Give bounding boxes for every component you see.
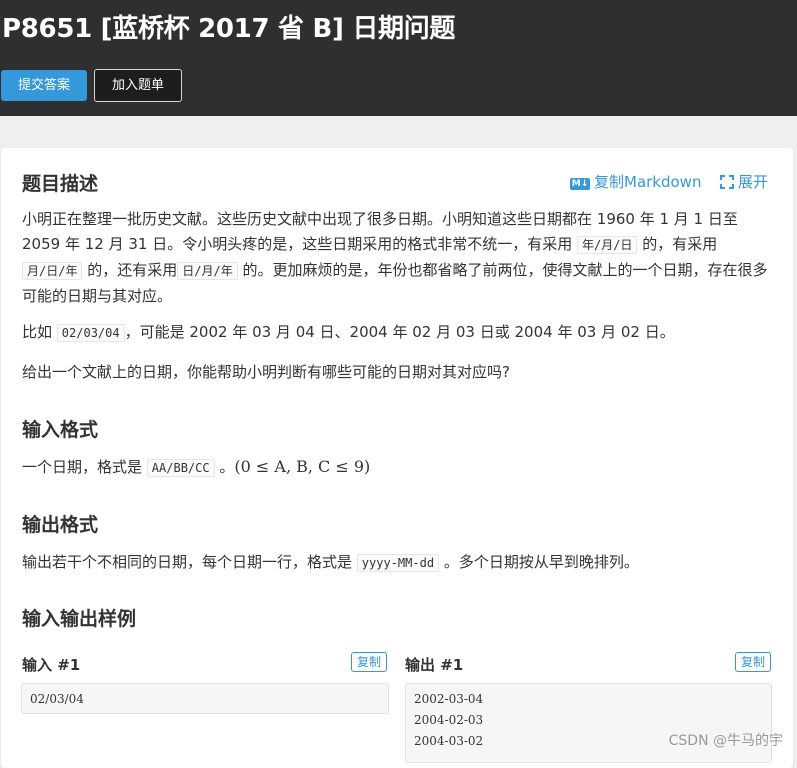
output-format-text: 输出若干个不相同的日期，每个日期一行，格式是 yyyy-MM-dd 。多个日期按… [22,550,772,576]
sample-input-box[interactable]: 02/03/04 [21,683,389,714]
input-format-heading: 输入格式 [22,419,99,441]
inline-code: 02/03/04 [56,324,125,342]
copy-input-button[interactable]: 复制 [351,652,388,672]
inline-code: 月/日/年 [22,262,83,280]
samples-heading: 输入输出样例 [22,608,137,630]
text-span: 的，有采用 [642,235,718,253]
inline-code: yyyy-MM-dd [356,554,440,572]
problem-title: P8651 [蓝桥杯 2017 省 B] 日期问题 [2,14,456,44]
inline-code: AA/BB/CC [146,459,215,477]
problem-card: 题目描述 M↓ 复制Markdown 展开 小明正在整理一批历史文献。这些历史文献… [1,148,793,768]
sample-output-line: 2004-02-03 [414,713,484,727]
copy-output-button[interactable]: 复制 [735,652,772,672]
text-span: 比如 [22,323,53,341]
markdown-icon: M↓ [570,178,590,190]
sample-input-label: 输入 #1 [22,656,81,674]
inline-code: 日/月/年 [177,262,238,280]
submit-answer-button[interactable]: 提交答案 [1,70,87,101]
text-span: ，可能是 2002 年 03 月 04 日、2004 年 02 月 03 日或 … [124,323,675,341]
copy-markdown-label: 复制Markdown [594,173,702,191]
sample-input-line: 02/03/04 [30,692,84,706]
expand-label: 展开 [738,173,769,191]
copy-markdown-link[interactable]: M↓ 复制Markdown [570,171,701,192]
text-span: 。多个日期按从早到晚排列。 [443,553,639,571]
expand-link[interactable]: 展开 [720,171,768,192]
problem-header: P8651 [蓝桥杯 2017 省 B] 日期问题 提交答案 加入题单 [0,0,797,116]
sample-output-line: 2002-03-04 [414,692,484,706]
description-paragraph-1: 小明正在整理一批历史文献。这些历史文献中出现了很多日期。小明知道这些日期都在 1… [22,207,772,309]
math-expression: (0 ≤ A, B, C ≤ 9) [234,457,371,476]
text-span: 。 [219,458,235,476]
sample-output-label: 输出 #1 [405,656,464,674]
description-paragraph-3: 给出一个文献上的日期，你能帮助小明判断有哪些可能的日期对其对应吗? [22,363,510,381]
sample-output-box[interactable]: 2002-03-04 2004-02-03 2004-03-02 [405,683,772,763]
add-to-list-button[interactable]: 加入题单 [94,69,182,102]
text-span: 的，还有采用 [87,261,178,279]
expand-icon [720,175,734,189]
input-format-text: 一个日期，格式是 AA/BB/CC 。(0 ≤ A, B, C ≤ 9) [22,454,772,481]
description-text: 小明正在整理一批历史文献。这些历史文献中出现了很多日期。小明知道这些日期都在 1… [22,207,772,309]
description-heading: 题目描述 [22,173,99,195]
text-span: 一个日期，格式是 [22,458,143,476]
output-format-heading: 输出格式 [22,514,99,536]
watermark: CSDN @牛马的宇 [668,733,783,749]
text-span: 输出若干个不相同的日期，每个日期一行，格式是 [22,553,353,571]
inline-code: 年/月/日 [576,236,638,254]
description-paragraph-2: 比如 02/03/04 ，可能是 2002 年 03 月 04 日、2004 年 … [22,320,772,346]
